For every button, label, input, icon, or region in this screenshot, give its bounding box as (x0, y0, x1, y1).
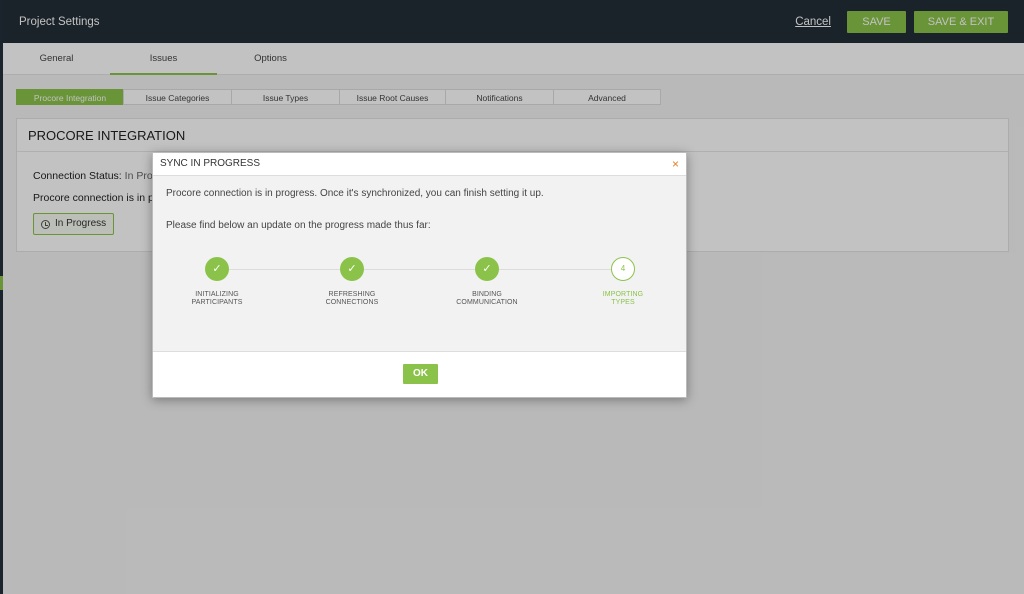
step-label: IMPORTING TYPES (602, 291, 644, 306)
step-importing-types: 4 IMPORTING TYPES (578, 257, 668, 306)
ok-button[interactable]: OK (403, 364, 438, 384)
modal-header: SYNC IN PROGRESS × (153, 153, 686, 176)
step-label: REFRESHING CONNECTIONS (325, 291, 379, 306)
modal-footer: OK (153, 351, 686, 397)
check-icon: ✓ (475, 257, 499, 281)
step-label: INITIALIZING PARTICIPANTS (191, 291, 243, 306)
check-icon: ✓ (205, 257, 229, 281)
progress-intro: Please find below an update on the progr… (166, 220, 431, 231)
step-initializing-participants: ✓ INITIALIZING PARTICIPANTS (172, 257, 262, 306)
step-refreshing-connections: ✓ REFRESHING CONNECTIONS (307, 257, 397, 306)
sync-message: Procore connection is in progress. Once … (166, 188, 544, 199)
close-icon[interactable]: × (672, 153, 679, 175)
progress-stepper: ✓ INITIALIZING PARTICIPANTS ✓ REFRESHING C… (153, 257, 688, 317)
sync-progress-modal: SYNC IN PROGRESS × Procore connection is… (152, 152, 687, 398)
check-icon: ✓ (340, 257, 364, 281)
stepper-line (217, 269, 623, 270)
step-label: BINDING COMMUNICATION (456, 291, 518, 306)
modal-title: SYNC IN PROGRESS (160, 158, 261, 169)
step-number-badge: 4 (611, 257, 635, 281)
step-binding-communication: ✓ BINDING COMMUNICATION (442, 257, 532, 306)
